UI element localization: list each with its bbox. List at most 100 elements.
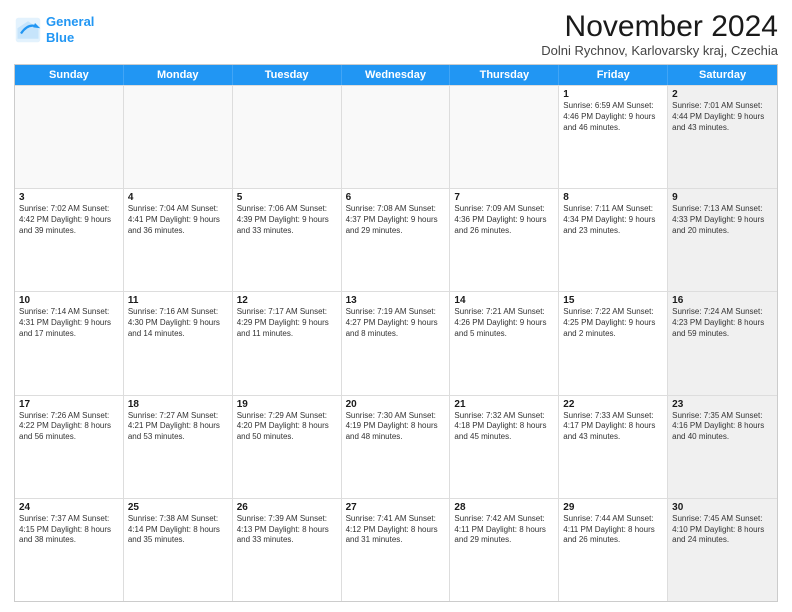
header-saturday: Saturday: [668, 65, 777, 85]
day-num-r2-c4: 14: [454, 295, 554, 306]
day-num-r2-c1: 11: [128, 295, 228, 306]
calendar-header: Sunday Monday Tuesday Wednesday Thursday…: [15, 65, 777, 85]
day-num-r0-c5: 1: [563, 89, 663, 100]
cal-cell-r2-c3: 13Sunrise: 7:19 AM Sunset: 4:27 PM Dayli…: [342, 292, 451, 394]
cell-info-r3-c5: Sunrise: 7:33 AM Sunset: 4:17 PM Dayligh…: [563, 411, 663, 443]
cell-info-r1-c4: Sunrise: 7:09 AM Sunset: 4:36 PM Dayligh…: [454, 204, 554, 236]
header-wednesday: Wednesday: [342, 65, 451, 85]
cal-row-3: 17Sunrise: 7:26 AM Sunset: 4:22 PM Dayli…: [15, 395, 777, 498]
cell-info-r4-c4: Sunrise: 7:42 AM Sunset: 4:11 PM Dayligh…: [454, 514, 554, 546]
cal-cell-r3-c2: 19Sunrise: 7:29 AM Sunset: 4:20 PM Dayli…: [233, 396, 342, 498]
cal-cell-r0-c2: [233, 86, 342, 188]
cell-info-r2-c1: Sunrise: 7:16 AM Sunset: 4:30 PM Dayligh…: [128, 307, 228, 339]
cell-info-r2-c6: Sunrise: 7:24 AM Sunset: 4:23 PM Dayligh…: [672, 307, 773, 339]
day-num-r3-c6: 23: [672, 399, 773, 410]
cal-cell-r2-c0: 10Sunrise: 7:14 AM Sunset: 4:31 PM Dayli…: [15, 292, 124, 394]
cal-cell-r2-c5: 15Sunrise: 7:22 AM Sunset: 4:25 PM Dayli…: [559, 292, 668, 394]
day-num-r1-c2: 5: [237, 192, 337, 203]
logo-line2: Blue: [46, 30, 74, 45]
cell-info-r4-c1: Sunrise: 7:38 AM Sunset: 4:14 PM Dayligh…: [128, 514, 228, 546]
day-num-r1-c1: 4: [128, 192, 228, 203]
cal-cell-r3-c5: 22Sunrise: 7:33 AM Sunset: 4:17 PM Dayli…: [559, 396, 668, 498]
location: Dolni Rychnov, Karlovarsky kraj, Czechia: [541, 43, 778, 58]
cal-cell-r1-c4: 7Sunrise: 7:09 AM Sunset: 4:36 PM Daylig…: [450, 189, 559, 291]
day-num-r1-c4: 7: [454, 192, 554, 203]
cal-cell-r4-c5: 29Sunrise: 7:44 AM Sunset: 4:11 PM Dayli…: [559, 499, 668, 601]
page: General Blue November 2024 Dolni Rychnov…: [0, 0, 792, 612]
cal-cell-r4-c0: 24Sunrise: 7:37 AM Sunset: 4:15 PM Dayli…: [15, 499, 124, 601]
cal-cell-r1-c1: 4Sunrise: 7:04 AM Sunset: 4:41 PM Daylig…: [124, 189, 233, 291]
day-num-r3-c2: 19: [237, 399, 337, 410]
cell-info-r1-c2: Sunrise: 7:06 AM Sunset: 4:39 PM Dayligh…: [237, 204, 337, 236]
cal-cell-r3-c4: 21Sunrise: 7:32 AM Sunset: 4:18 PM Dayli…: [450, 396, 559, 498]
cell-info-r3-c0: Sunrise: 7:26 AM Sunset: 4:22 PM Dayligh…: [19, 411, 119, 443]
cal-cell-r4-c3: 27Sunrise: 7:41 AM Sunset: 4:12 PM Dayli…: [342, 499, 451, 601]
cal-cell-r1-c2: 5Sunrise: 7:06 AM Sunset: 4:39 PM Daylig…: [233, 189, 342, 291]
cal-row-0: 1Sunrise: 6:59 AM Sunset: 4:46 PM Daylig…: [15, 85, 777, 188]
cal-cell-r1-c0: 3Sunrise: 7:02 AM Sunset: 4:42 PM Daylig…: [15, 189, 124, 291]
day-num-r4-c0: 24: [19, 502, 119, 513]
cell-info-r0-c6: Sunrise: 7:01 AM Sunset: 4:44 PM Dayligh…: [672, 101, 773, 133]
day-num-r4-c1: 25: [128, 502, 228, 513]
cell-info-r4-c6: Sunrise: 7:45 AM Sunset: 4:10 PM Dayligh…: [672, 514, 773, 546]
cal-cell-r4-c6: 30Sunrise: 7:45 AM Sunset: 4:10 PM Dayli…: [668, 499, 777, 601]
cal-cell-r0-c6: 2Sunrise: 7:01 AM Sunset: 4:44 PM Daylig…: [668, 86, 777, 188]
logo-icon: [14, 16, 42, 44]
cal-cell-r0-c4: [450, 86, 559, 188]
cal-cell-r3-c6: 23Sunrise: 7:35 AM Sunset: 4:16 PM Dayli…: [668, 396, 777, 498]
day-num-r3-c4: 21: [454, 399, 554, 410]
cell-info-r3-c1: Sunrise: 7:27 AM Sunset: 4:21 PM Dayligh…: [128, 411, 228, 443]
title-block: November 2024 Dolni Rychnov, Karlovarsky…: [541, 10, 778, 58]
header-sunday: Sunday: [15, 65, 124, 85]
header: General Blue November 2024 Dolni Rychnov…: [14, 10, 778, 58]
cell-info-r0-c5: Sunrise: 6:59 AM Sunset: 4:46 PM Dayligh…: [563, 101, 663, 133]
day-num-r3-c0: 17: [19, 399, 119, 410]
cell-info-r1-c1: Sunrise: 7:04 AM Sunset: 4:41 PM Dayligh…: [128, 204, 228, 236]
logo-text: General Blue: [46, 14, 94, 45]
day-num-r4-c4: 28: [454, 502, 554, 513]
cal-row-4: 24Sunrise: 7:37 AM Sunset: 4:15 PM Dayli…: [15, 498, 777, 601]
day-num-r1-c5: 8: [563, 192, 663, 203]
cell-info-r1-c3: Sunrise: 7:08 AM Sunset: 4:37 PM Dayligh…: [346, 204, 446, 236]
cal-cell-r4-c4: 28Sunrise: 7:42 AM Sunset: 4:11 PM Dayli…: [450, 499, 559, 601]
logo-line1: General: [46, 14, 94, 29]
cell-info-r4-c0: Sunrise: 7:37 AM Sunset: 4:15 PM Dayligh…: [19, 514, 119, 546]
calendar-body: 1Sunrise: 6:59 AM Sunset: 4:46 PM Daylig…: [15, 85, 777, 601]
cal-cell-r4-c2: 26Sunrise: 7:39 AM Sunset: 4:13 PM Dayli…: [233, 499, 342, 601]
day-num-r4-c5: 29: [563, 502, 663, 513]
day-num-r4-c2: 26: [237, 502, 337, 513]
cal-cell-r0-c1: [124, 86, 233, 188]
day-num-r1-c0: 3: [19, 192, 119, 203]
cell-info-r4-c2: Sunrise: 7:39 AM Sunset: 4:13 PM Dayligh…: [237, 514, 337, 546]
header-thursday: Thursday: [450, 65, 559, 85]
cell-info-r1-c0: Sunrise: 7:02 AM Sunset: 4:42 PM Dayligh…: [19, 204, 119, 236]
cell-info-r2-c2: Sunrise: 7:17 AM Sunset: 4:29 PM Dayligh…: [237, 307, 337, 339]
cal-cell-r2-c1: 11Sunrise: 7:16 AM Sunset: 4:30 PM Dayli…: [124, 292, 233, 394]
cal-cell-r3-c3: 20Sunrise: 7:30 AM Sunset: 4:19 PM Dayli…: [342, 396, 451, 498]
header-tuesday: Tuesday: [233, 65, 342, 85]
cell-info-r2-c5: Sunrise: 7:22 AM Sunset: 4:25 PM Dayligh…: [563, 307, 663, 339]
cell-info-r3-c4: Sunrise: 7:32 AM Sunset: 4:18 PM Dayligh…: [454, 411, 554, 443]
cell-info-r2-c4: Sunrise: 7:21 AM Sunset: 4:26 PM Dayligh…: [454, 307, 554, 339]
cell-info-r1-c5: Sunrise: 7:11 AM Sunset: 4:34 PM Dayligh…: [563, 204, 663, 236]
day-num-r2-c3: 13: [346, 295, 446, 306]
day-num-r4-c6: 30: [672, 502, 773, 513]
cell-info-r4-c3: Sunrise: 7:41 AM Sunset: 4:12 PM Dayligh…: [346, 514, 446, 546]
cell-info-r2-c0: Sunrise: 7:14 AM Sunset: 4:31 PM Dayligh…: [19, 307, 119, 339]
cell-info-r4-c5: Sunrise: 7:44 AM Sunset: 4:11 PM Dayligh…: [563, 514, 663, 546]
month-title: November 2024: [541, 10, 778, 43]
day-num-r3-c5: 22: [563, 399, 663, 410]
day-num-r1-c3: 6: [346, 192, 446, 203]
cell-info-r1-c6: Sunrise: 7:13 AM Sunset: 4:33 PM Dayligh…: [672, 204, 773, 236]
cal-cell-r2-c6: 16Sunrise: 7:24 AM Sunset: 4:23 PM Dayli…: [668, 292, 777, 394]
header-friday: Friday: [559, 65, 668, 85]
cell-info-r3-c6: Sunrise: 7:35 AM Sunset: 4:16 PM Dayligh…: [672, 411, 773, 443]
cal-cell-r0-c3: [342, 86, 451, 188]
day-num-r1-c6: 9: [672, 192, 773, 203]
cal-cell-r1-c5: 8Sunrise: 7:11 AM Sunset: 4:34 PM Daylig…: [559, 189, 668, 291]
cell-info-r3-c3: Sunrise: 7:30 AM Sunset: 4:19 PM Dayligh…: [346, 411, 446, 443]
day-num-r3-c1: 18: [128, 399, 228, 410]
cal-cell-r0-c5: 1Sunrise: 6:59 AM Sunset: 4:46 PM Daylig…: [559, 86, 668, 188]
day-num-r2-c0: 10: [19, 295, 119, 306]
cal-cell-r4-c1: 25Sunrise: 7:38 AM Sunset: 4:14 PM Dayli…: [124, 499, 233, 601]
